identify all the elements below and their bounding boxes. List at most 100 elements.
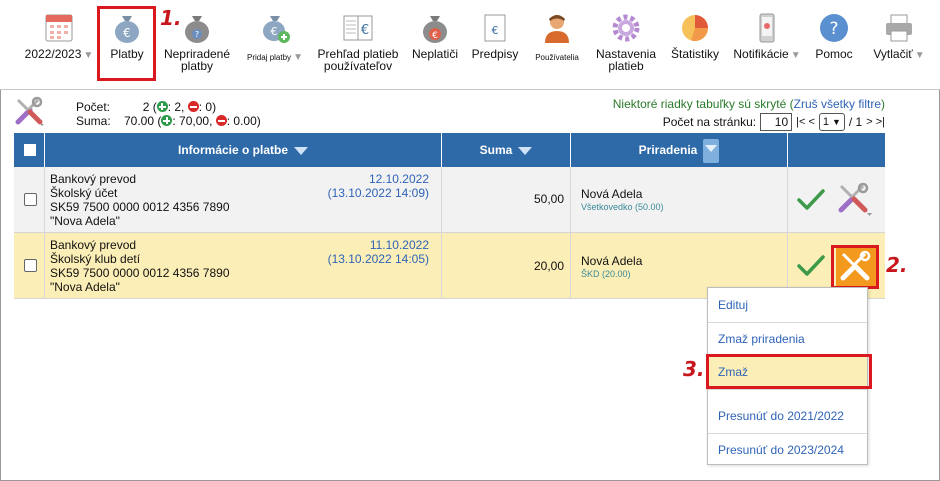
menu-item-move-2023-2024[interactable]: Presunúť do 2023/2024 [718, 443, 844, 457]
sum-plus: : 70,00, [172, 114, 213, 128]
tools-icon[interactable] [14, 96, 44, 126]
toolbar-label: Používatelia [535, 53, 579, 62]
money-bag-question-icon: ? [185, 16, 209, 43]
sum-minus: : 0.00) [226, 114, 261, 128]
phone-icon [759, 13, 775, 43]
payment-account: Školský klub detí [50, 252, 141, 266]
payment-payer: "Nova Adela" [50, 214, 120, 228]
annotation-step-1: 1. [160, 6, 182, 30]
annotation-step-2: 2. [886, 253, 908, 277]
toolbar-label-line2: platieb [608, 59, 644, 73]
toolbar-statistics[interactable]: Štatistiky [664, 0, 726, 88]
count-minus: : 0) [198, 100, 217, 114]
payment-type: Bankový prevod [50, 172, 137, 186]
money-bag-alert-icon: € [423, 16, 447, 43]
chevron-down-icon: ▼ [831, 117, 841, 127]
payment-iban: SK59 7500 0000 0012 4356 7890 [50, 200, 230, 214]
payment-datetime: (13.10.2022 14:09) [327, 186, 429, 200]
toolbar-help[interactable]: ? Pomoc [806, 0, 862, 88]
menu-divider [708, 322, 867, 323]
filter-active-icon[interactable] [703, 138, 720, 163]
toolbar-payment-settings[interactable]: Nastavenia platieb [590, 0, 662, 88]
table-header: Informácie o platbe Suma Priradenia [14, 133, 885, 167]
toolbar-label: Pomoc [815, 47, 853, 61]
toolbar-year-select[interactable]: 2022/2023 ▼ [20, 0, 98, 88]
annotation-box-3 [706, 354, 872, 389]
toolbar-label: Predpisy [471, 47, 519, 61]
payment-type: Bankový prevod [50, 238, 137, 252]
svg-text:€: € [361, 23, 369, 38]
filter-icon[interactable] [518, 146, 533, 155]
plus-icon [156, 101, 168, 112]
gear-icon [612, 14, 640, 42]
svg-text:€: € [492, 24, 499, 37]
toolbar-non-payers[interactable]: € Neplatiči [406, 0, 464, 88]
pagination: Počet na stránku: 10 |< < 1 ▼ / 1 > >| [663, 113, 885, 131]
confirm-check-icon[interactable] [796, 254, 826, 278]
payment-iban: SK59 7500 0000 0012 4356 7890 [50, 266, 230, 280]
annotation-step-3: 3. [683, 357, 705, 381]
header-payment-info[interactable]: Informácie o platbe [45, 133, 442, 167]
help-icon: ? [820, 14, 848, 42]
select-all-checkbox[interactable] [24, 144, 36, 156]
minus-icon [215, 115, 227, 126]
toolbar-label: 2022/2023 [24, 47, 82, 61]
chevron-down-icon: ▼ [293, 52, 303, 63]
toolbar-label: Pridaj platby [247, 53, 292, 62]
clear-filters-link[interactable]: Zruš všetky filtre [794, 97, 881, 111]
payment-amount: 20,00 [533, 259, 564, 273]
sum-value: 70.00 [124, 114, 155, 128]
svg-text:?: ? [195, 30, 199, 39]
document-euro-icon: € [484, 14, 506, 42]
filter-icon[interactable] [294, 146, 309, 155]
toolbar-label: Štatistiky [670, 47, 719, 61]
header-select-all [14, 133, 45, 167]
next-last-button[interactable]: > >| [866, 116, 885, 128]
menu-item-edit[interactable]: Edituj [718, 298, 748, 312]
toolbar-users[interactable]: Používatelia [526, 0, 588, 88]
hidden-rows-note: Niektoré riadky tabuľky sú skryté (Zruš … [612, 97, 885, 111]
toolbar-label: Vytlačiť [873, 47, 913, 61]
toolbar-add-payments[interactable]: € Pridaj platby ▼ [238, 0, 312, 88]
per-page-label: Počet na stránku: [662, 115, 757, 129]
assignment-detail: ŠKD (20.00) [581, 269, 631, 279]
table-row: Bankový prevod Školský účet SK59 7500 00… [14, 167, 885, 233]
toolbar-print[interactable]: Vytlačiť ▼ [864, 0, 934, 88]
payment-info: Bankový prevod Školský klub detí SK59 75… [50, 238, 230, 294]
payment-date-value: 12.10.2022 [368, 172, 429, 186]
toolbar-user-payments-overview[interactable]: € Prehľad platieb používateľov [312, 0, 404, 88]
toolbar-notifications[interactable]: Notifikácie ▼ [728, 0, 806, 88]
chevron-down-icon: ▼ [790, 50, 801, 61]
first-prev-button[interactable]: |< < [796, 116, 815, 128]
per-page-input[interactable]: 10 [760, 113, 793, 131]
page-of: / 1 [848, 115, 863, 129]
hidden-rows-text: Niektoré riadky tabuľky sú skryté [612, 97, 787, 111]
row-checkbox[interactable] [24, 259, 37, 272]
money-bag-add-icon: € [263, 16, 290, 43]
plus-icon [161, 115, 173, 126]
header-sum[interactable]: Suma [442, 133, 571, 167]
svg-text:?: ? [829, 19, 838, 39]
count-label: Počet: [76, 100, 111, 114]
toolbar-prescriptions[interactable]: € Predpisy [466, 0, 524, 88]
annotation-box-2 [831, 245, 879, 289]
payment-date: 12.10.2022 (13.10.2022 14:09) [328, 172, 429, 200]
row-tools-icon[interactable] [836, 181, 872, 217]
sum-label: Suma: [76, 114, 111, 128]
summary-counts: Počet: 2 (: 2, : 0) Suma: 70.00 (: 70,00… [76, 100, 261, 128]
toolbar-label: Neplatiči [411, 47, 459, 61]
assignment-name: Nová Adela [581, 187, 643, 201]
page-select[interactable]: 1 ▼ [818, 113, 845, 131]
header-actions [788, 133, 885, 167]
menu-item-delete-assignments[interactable]: Zmaž priradenia [718, 332, 805, 346]
page-select-value: 1 [822, 116, 830, 128]
minus-icon [187, 101, 199, 112]
menu-divider [708, 433, 867, 434]
menu-item-move-2021-2022[interactable]: Presunúť do 2021/2022 [718, 409, 844, 423]
header-assignments[interactable]: Priradenia [571, 133, 788, 167]
assignment-name: Nová Adela [581, 254, 643, 268]
row-checkbox[interactable] [24, 193, 37, 206]
confirm-check-icon[interactable] [796, 188, 826, 212]
payment-info: Bankový prevod Školský účet SK59 7500 00… [50, 172, 230, 228]
chevron-down-icon: ▼ [83, 50, 94, 61]
